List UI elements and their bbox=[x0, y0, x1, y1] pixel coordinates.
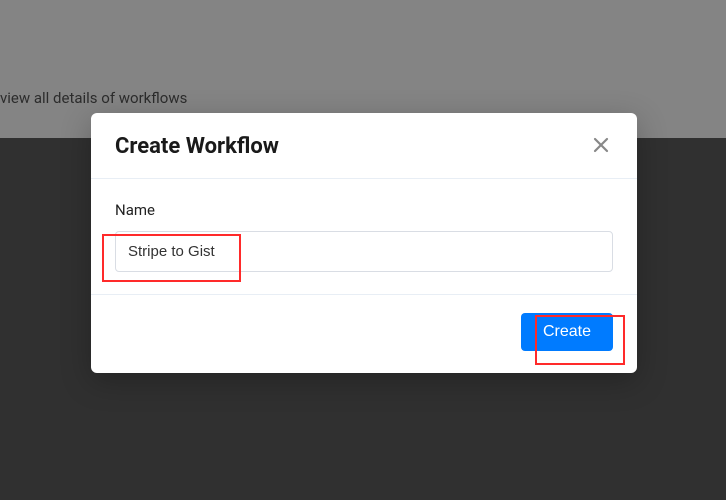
modal-title: Create Workflow bbox=[115, 134, 279, 159]
close-button[interactable] bbox=[589, 133, 613, 160]
create-button[interactable]: Create bbox=[521, 313, 613, 351]
create-workflow-modal: Create Workflow Name Create bbox=[91, 113, 637, 373]
workflow-name-input[interactable] bbox=[115, 231, 613, 272]
name-label: Name bbox=[115, 201, 613, 219]
modal-body: Name bbox=[91, 179, 637, 295]
modal-footer: Create bbox=[91, 295, 637, 373]
close-icon bbox=[593, 137, 609, 156]
modal-header: Create Workflow bbox=[91, 113, 637, 179]
